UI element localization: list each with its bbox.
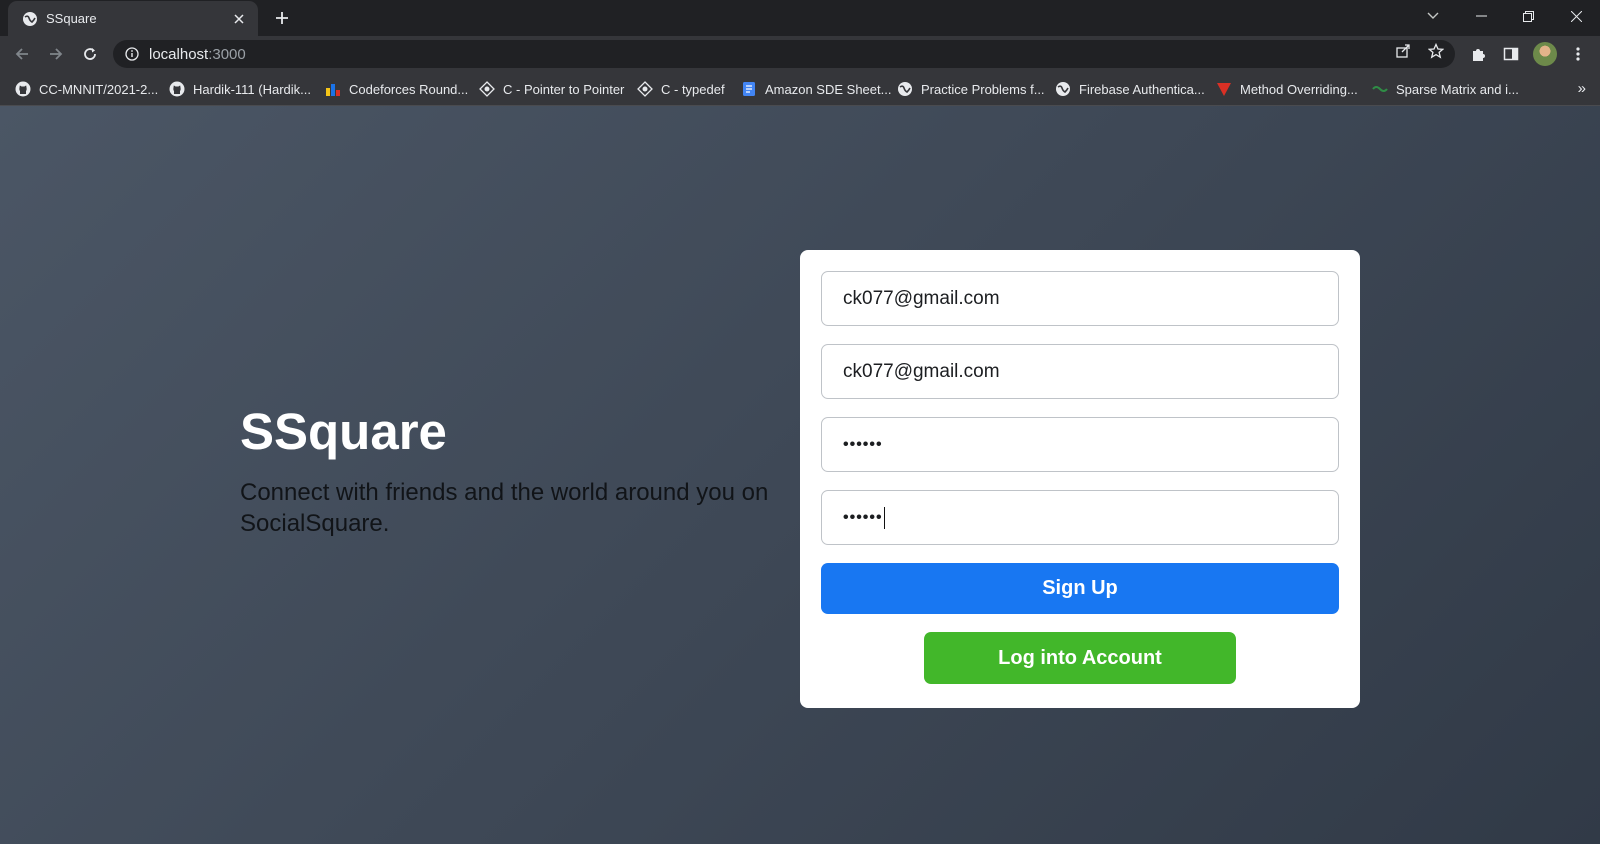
tab-strip: SSquare <box>0 0 1600 36</box>
signup-card: ck077@gmail.com ck077@gmail.com •••••• •… <box>800 250 1360 708</box>
bookmark-label: Sparse Matrix and i... <box>1396 81 1519 97</box>
bookmark-item[interactable]: Practice Problems f... <box>897 80 1045 98</box>
confirm-email-value: ck077@gmail.com <box>843 360 1000 382</box>
info-icon[interactable] <box>125 47 139 61</box>
bookmark-item[interactable]: CC-MNNIT/2021-2... <box>15 80 158 98</box>
confirm-password-field[interactable]: •••••• <box>821 490 1339 545</box>
share-icon[interactable] <box>1394 42 1412 60</box>
back-icon[interactable] <box>10 42 34 66</box>
minimize-icon[interactable] <box>1458 0 1504 32</box>
brand-section: SSquare Connect with friends and the wor… <box>240 406 800 539</box>
geeks-icon <box>1372 81 1388 97</box>
bookmark-item[interactable]: Firebase Authentica... <box>1055 80 1205 98</box>
signup-button[interactable]: Sign Up <box>821 563 1339 614</box>
side-panel-icon[interactable] <box>1501 44 1521 64</box>
bookmarks-overflow-button[interactable]: » <box>1578 80 1586 97</box>
bookmark-item[interactable]: Codeforces Round... <box>325 80 468 98</box>
bookmark-label: Firebase Authentica... <box>1079 81 1205 97</box>
bookmark-label: C - Pointer to Pointer <box>503 81 625 97</box>
bookmark-item[interactable]: Method Overriding... <box>1216 80 1358 98</box>
bookmark-label: Practice Problems f... <box>921 81 1045 97</box>
bookmark-item[interactable]: C - Pointer to Pointer <box>479 80 624 98</box>
brand-title: SSquare <box>240 403 447 460</box>
bookmark-item[interactable]: Amazon SDE Sheet... <box>741 80 891 98</box>
new-tab-icon[interactable] <box>271 7 293 29</box>
confirm-password-mask: •••••• <box>843 508 883 526</box>
bookmark-label: CC-MNNIT/2021-2... <box>39 81 159 97</box>
docs-icon <box>741 81 757 97</box>
forward-icon[interactable] <box>44 42 68 66</box>
url-port: :3000 <box>208 45 246 63</box>
bookmark-label: Amazon SDE Sheet... <box>765 81 892 97</box>
bookmark-item[interactable]: Sparse Matrix and i... <box>1372 80 1519 98</box>
url-text: localhost:3000 <box>149 46 246 63</box>
github-icon <box>169 81 185 97</box>
extensions-icon[interactable] <box>1468 44 1488 64</box>
confirm-email-field[interactable]: ck077@gmail.com <box>821 344 1339 399</box>
url-host: localhost <box>149 45 209 63</box>
browser-toolbar: localhost:3000 <box>0 36 1600 72</box>
reload-icon[interactable] <box>78 42 102 66</box>
bookmark-item[interactable]: Hardik-111 (Hardik... <box>169 80 311 98</box>
brand-tagline: Connect with friends and the world aroun… <box>240 479 769 538</box>
menu-kebab-icon[interactable] <box>1568 44 1588 64</box>
gfg-icon <box>1216 81 1232 97</box>
site-icon <box>479 81 495 97</box>
site-icon <box>637 81 653 97</box>
close-window-icon[interactable] <box>1553 0 1599 32</box>
address-bar[interactable]: localhost:3000 <box>113 40 1455 68</box>
codeforces-icon <box>325 81 341 97</box>
close-icon[interactable] <box>230 10 248 28</box>
profile-avatar[interactable] <box>1533 42 1557 66</box>
globe-icon <box>897 81 913 97</box>
text-caret <box>883 506 885 529</box>
globe-icon <box>22 11 38 27</box>
tab-search-icon[interactable] <box>1410 0 1456 32</box>
page-content: SSquare Connect with friends and the wor… <box>0 106 1600 844</box>
email-field[interactable]: ck077@gmail.com <box>821 271 1339 326</box>
browser-tab[interactable]: SSquare <box>8 1 258 36</box>
github-icon <box>15 81 31 97</box>
bookmark-item[interactable]: C - typedef <box>637 80 725 98</box>
globe-icon <box>1055 81 1071 97</box>
bookmark-label: Codeforces Round... <box>349 81 469 97</box>
bookmarks-bar: CC-MNNIT/2021-2... Hardik-111 (Hardik...… <box>0 72 1600 106</box>
password-field[interactable]: •••••• <box>821 417 1339 472</box>
email-value: ck077@gmail.com <box>843 287 1000 309</box>
password-mask: •••••• <box>843 435 883 453</box>
restore-icon[interactable] <box>1505 0 1551 32</box>
tab-title: SSquare <box>46 11 97 26</box>
bookmark-label: Method Overriding... <box>1240 81 1358 97</box>
bookmark-label: Hardik-111 (Hardik... <box>193 81 311 97</box>
bookmark-label: C - typedef <box>661 81 725 97</box>
login-button[interactable]: Log into Account <box>924 632 1236 684</box>
bookmark-star-icon[interactable] <box>1427 42 1445 60</box>
